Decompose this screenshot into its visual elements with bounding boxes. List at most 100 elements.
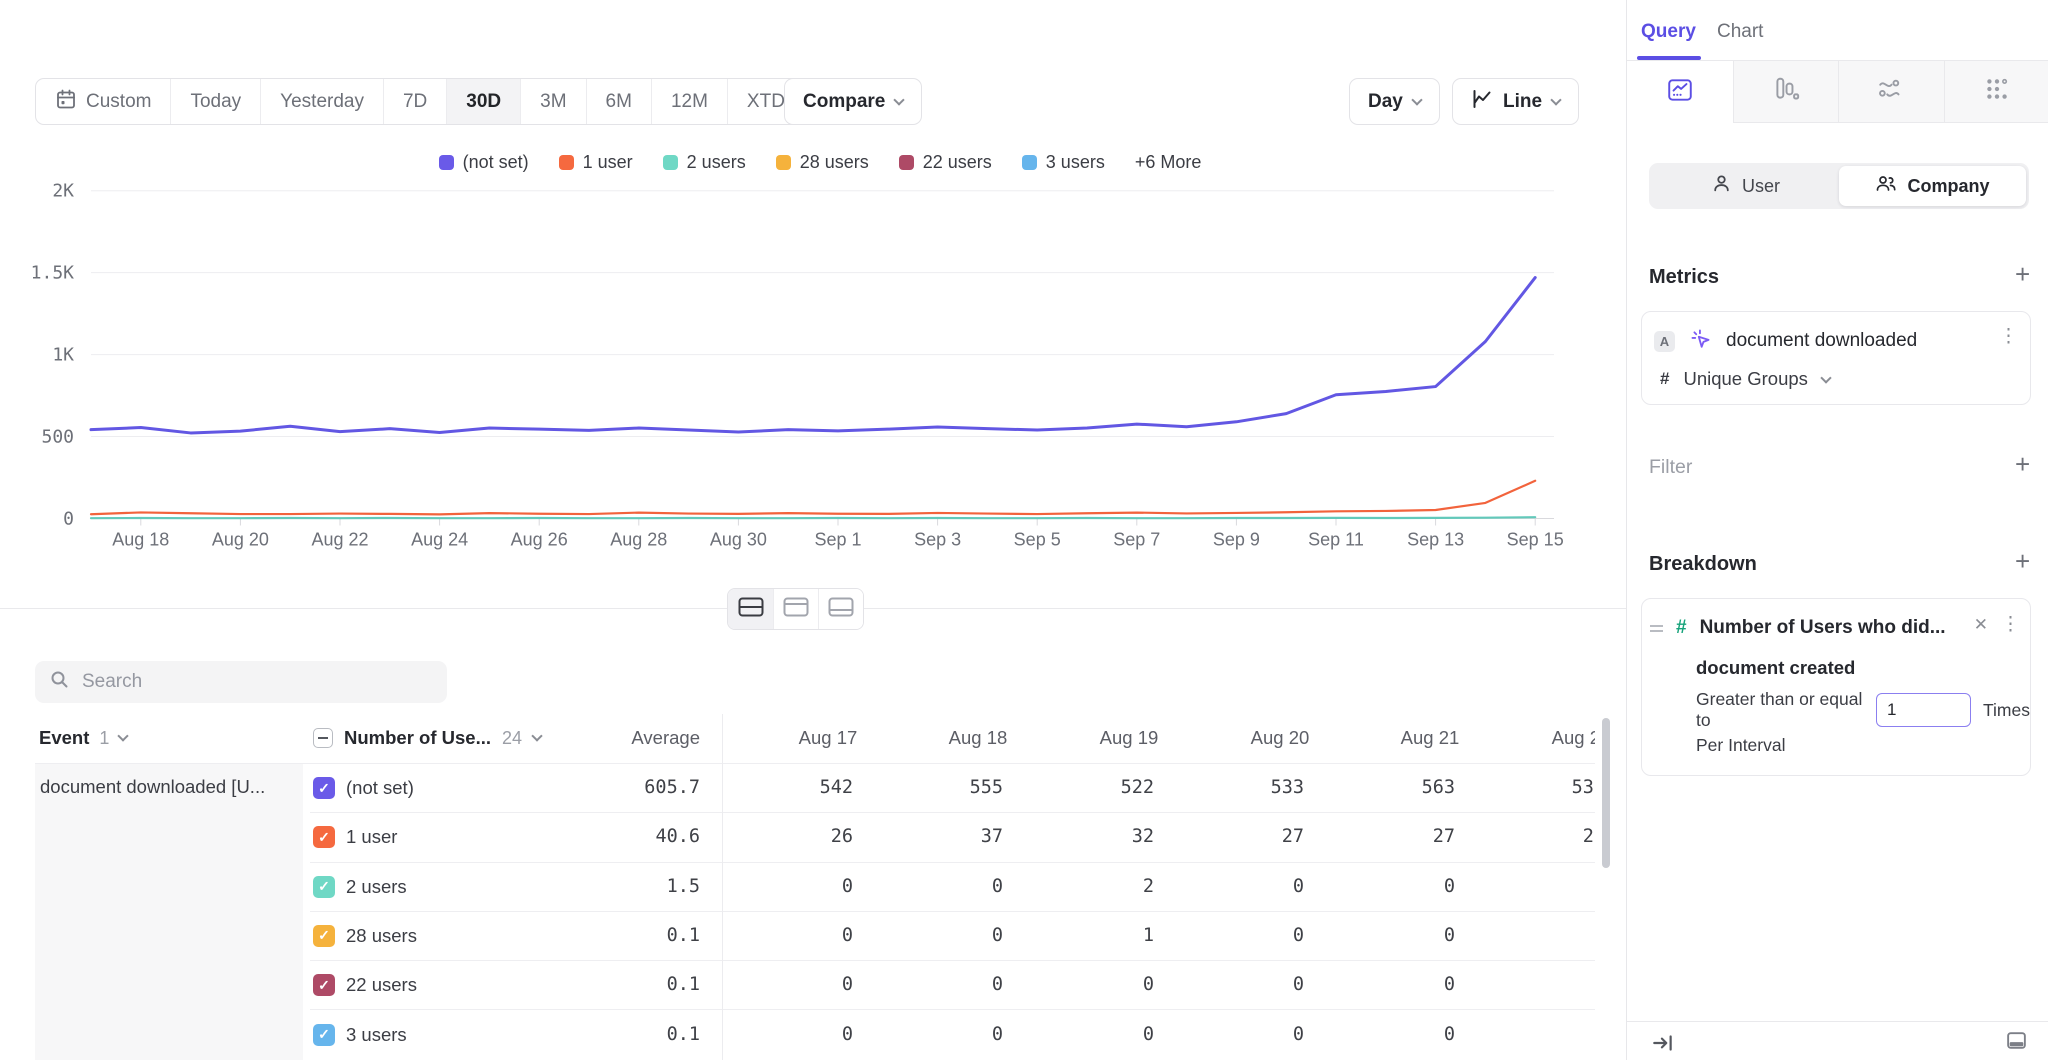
x-axis-tick-label: Aug 18: [112, 530, 169, 550]
row-checkbox[interactable]: ✓: [313, 777, 335, 799]
range-6m[interactable]: 6M: [586, 79, 651, 124]
range-30d[interactable]: 30D: [446, 79, 520, 124]
row-cell-value: 1: [1004, 925, 1154, 946]
chart-tab-line-chart[interactable]: [1627, 61, 1733, 123]
range-label: Custom: [86, 91, 151, 113]
entity-option-user[interactable]: User: [1652, 166, 1839, 206]
collapse-panel-icon[interactable]: [1651, 1031, 1675, 1060]
row-cell-value: 0: [1004, 974, 1154, 995]
row-cell-value: 522: [1004, 777, 1154, 798]
row-cell-value: 0: [1455, 876, 1595, 897]
bar-chart-icon: [1772, 75, 1800, 108]
metric-event-name[interactable]: document downloaded: [1726, 330, 1917, 352]
add-filter-button[interactable]: +: [2015, 454, 2030, 474]
chart-tab-journey[interactable]: [1838, 61, 1944, 123]
range-custom[interactable]: Custom: [36, 79, 170, 124]
row-cell-value: 0: [853, 1024, 1003, 1045]
x-axis-tick-label: Sep 13: [1407, 530, 1464, 550]
x-axis-tick-label: Sep 9: [1213, 530, 1260, 550]
user-label: User: [1742, 176, 1780, 197]
x-axis-tick-label: Aug 22: [311, 530, 368, 550]
date-column-header: Aug 19: [1054, 712, 1204, 764]
row-checkbox[interactable]: ✓: [313, 974, 335, 996]
row-cell-value: 0: [1305, 876, 1455, 897]
row-cell-value: 0: [1154, 876, 1304, 897]
line-chart[interactable]: 05001K1.5K2KAug 18Aug 20Aug 22Aug 24Aug …: [30, 150, 1610, 570]
y-axis-tick-label: 0: [63, 509, 74, 530]
chart-tab-bar-chart[interactable]: [1733, 61, 1839, 123]
y-axis-tick-label: 1K: [52, 345, 74, 366]
row-checkbox[interactable]: ✓: [313, 1024, 335, 1046]
y-axis-tick-label: 500: [41, 427, 74, 448]
interval-dropdown[interactable]: Day: [1349, 78, 1440, 125]
layout-table-only-button[interactable]: [818, 589, 863, 629]
row-cell-value: 0: [1455, 974, 1595, 995]
tab-chart[interactable]: Chart: [1717, 21, 1763, 43]
layout-split-view-button[interactable]: [728, 589, 773, 629]
search-input[interactable]: [82, 671, 422, 693]
row-label: 22 users: [346, 974, 417, 996]
add-metric-button[interactable]: +: [2015, 264, 2030, 284]
row-cell-value: 0: [703, 1024, 853, 1045]
compare-label: Compare: [803, 91, 885, 113]
entity-option-company[interactable]: Company: [1839, 166, 2026, 206]
row-checkbox[interactable]: ✓: [313, 876, 335, 898]
series-line-1-user[interactable]: [91, 481, 1535, 515]
drag-handle-icon[interactable]: [1650, 625, 1663, 632]
row-average-value: 0.1: [560, 1024, 700, 1045]
breakdown-property-name[interactable]: Number of Users who did...: [1700, 617, 1946, 639]
range-7d[interactable]: 7D: [383, 79, 446, 124]
x-axis-tick-label: Aug 28: [610, 530, 667, 550]
x-axis-tick-label: Aug 26: [511, 530, 568, 550]
range-3m[interactable]: 3M: [520, 79, 585, 124]
event-spark-icon: [1689, 327, 1712, 355]
series-line-2-users[interactable]: [91, 517, 1535, 518]
tab-query[interactable]: Query: [1641, 21, 1696, 43]
row-checkbox[interactable]: ✓: [313, 925, 335, 947]
row-cell-value: 542: [703, 777, 853, 798]
x-axis-tick-label: Sep 1: [814, 530, 861, 550]
breakdown-menu-kebab-icon[interactable]: ⋮: [2001, 615, 2020, 634]
remove-breakdown-icon[interactable]: ✕: [1974, 615, 1988, 635]
chart-tab-more-charts[interactable]: [1944, 61, 2048, 123]
row-cell-value: 0: [1154, 974, 1304, 995]
row-cell-value: 0: [1305, 925, 1455, 946]
metric-menu-kebab-icon[interactable]: ⋮: [1999, 327, 2018, 346]
select-all-checkbox[interactable]: [313, 728, 333, 748]
breakdown-per-interval-label: Per Interval: [1696, 735, 1785, 756]
scrollbar-thumb[interactable]: [1602, 718, 1610, 868]
range-yesterday[interactable]: Yesterday: [260, 79, 383, 124]
compare-button[interactable]: Compare: [784, 78, 922, 125]
x-axis-tick-label: Aug 20: [212, 530, 269, 550]
breakdown-unit-label: Times: [1983, 700, 2030, 721]
layout-chart-only-button[interactable]: [773, 589, 818, 629]
metric-card[interactable]: A document downloaded ⋮ # Unique Groups: [1641, 311, 2031, 405]
series-line--not-set-[interactable]: [91, 278, 1535, 433]
chevron-down-icon: [118, 730, 129, 741]
add-breakdown-button[interactable]: +: [2015, 551, 2030, 571]
series-count: 24: [502, 728, 522, 749]
aggregation-dropdown[interactable]: Unique Groups: [1683, 368, 1807, 390]
range-today[interactable]: Today: [170, 79, 260, 124]
chart-type-dropdown[interactable]: Line: [1452, 78, 1579, 125]
row-cell-value: 2: [1004, 876, 1154, 897]
breakdown-value-input[interactable]: [1876, 693, 1971, 727]
row-checkbox[interactable]: ✓: [313, 826, 335, 848]
row-label: 1 user: [346, 826, 397, 848]
line-chart-icon: [1666, 76, 1694, 109]
company-label: Company: [1907, 176, 1989, 197]
column-divider: [722, 714, 723, 1060]
range-label: XTD: [747, 91, 785, 113]
metrics-heading: Metrics: [1649, 266, 1719, 289]
row-cell-value: 32: [1004, 826, 1154, 847]
event-count: 1: [99, 728, 109, 749]
event-column-header[interactable]: Event 1: [39, 712, 127, 764]
journey-icon: [1877, 75, 1905, 108]
series-column-header[interactable]: Number of Use... 24: [313, 712, 541, 764]
event-header-label: Event: [39, 727, 89, 749]
panel-layout-icon[interactable]: [2005, 1029, 2028, 1057]
x-axis-tick-label: Aug 30: [710, 530, 767, 550]
row-cell-value: 27: [1305, 826, 1455, 847]
range-12m[interactable]: 12M: [651, 79, 727, 124]
line-chart-icon: [1471, 88, 1493, 116]
